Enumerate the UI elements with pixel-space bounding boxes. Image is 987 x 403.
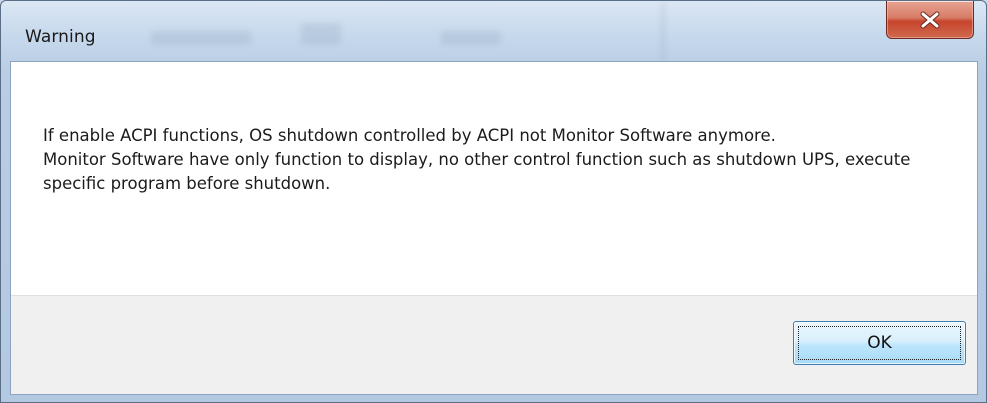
ok-button-label: OK — [867, 333, 892, 353]
title-bar[interactable]: Warning — [1, 1, 986, 61]
ok-button[interactable]: OK — [793, 321, 966, 365]
message-panel: If enable ACPI functions, OS shutdown co… — [11, 62, 977, 295]
button-panel: OK — [11, 295, 977, 394]
warning-dialog: Warning If enable ACPI functions, OS shu… — [0, 0, 987, 403]
window-title: Warning — [25, 27, 96, 47]
close-icon — [920, 11, 940, 28]
close-button[interactable] — [886, 1, 974, 39]
message-line: Monitor Software have only function to d… — [43, 150, 911, 193]
dialog-client-area: If enable ACPI functions, OS shutdown co… — [10, 61, 978, 395]
message-line: If enable ACPI functions, OS shutdown co… — [43, 126, 776, 145]
warning-message: If enable ACPI functions, OS shutdown co… — [43, 124, 923, 196]
